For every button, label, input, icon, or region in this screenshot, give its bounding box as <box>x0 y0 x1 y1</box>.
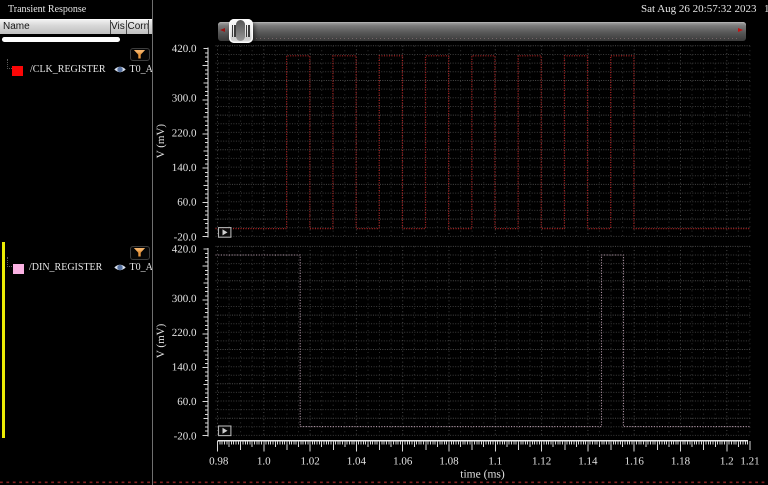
svg-text:1.12: 1.12 <box>532 455 551 467</box>
svg-text:1.08: 1.08 <box>439 455 459 467</box>
svg-text:140.0: 140.0 <box>172 162 197 174</box>
svg-text:0.98: 0.98 <box>209 455 229 467</box>
svg-text:220.0: 220.0 <box>172 327 197 339</box>
svg-text:-20.0: -20.0 <box>174 231 197 243</box>
svg-text:V (mV): V (mV) <box>155 124 167 159</box>
svg-text:300.0: 300.0 <box>172 93 197 105</box>
svg-text:1.06: 1.06 <box>393 455 413 467</box>
svg-text:1.18: 1.18 <box>671 455 691 467</box>
svg-text:140.0: 140.0 <box>172 362 197 374</box>
svg-text:420.0: 420.0 <box>172 43 197 55</box>
svg-text:1.16: 1.16 <box>625 455 645 467</box>
svg-text:60.0: 60.0 <box>177 396 197 408</box>
svg-text:V (mV): V (mV) <box>155 323 167 358</box>
svg-text:1.02: 1.02 <box>300 455 319 467</box>
svg-text:time (ms): time (ms) <box>460 469 505 481</box>
svg-text:60.0: 60.0 <box>177 197 197 209</box>
svg-text:1.04: 1.04 <box>347 455 367 467</box>
svg-text:1.0: 1.0 <box>257 455 271 467</box>
svg-text:1.2: 1.2 <box>720 455 734 467</box>
svg-text:1.21: 1.21 <box>740 455 759 467</box>
svg-text:300.0: 300.0 <box>172 293 197 305</box>
svg-text:420.0: 420.0 <box>172 244 197 256</box>
svg-text:220.0: 220.0 <box>172 127 197 139</box>
svg-text:1.14: 1.14 <box>578 455 598 467</box>
svg-text:1.1: 1.1 <box>488 455 502 467</box>
svg-text:-20.0: -20.0 <box>174 430 197 442</box>
